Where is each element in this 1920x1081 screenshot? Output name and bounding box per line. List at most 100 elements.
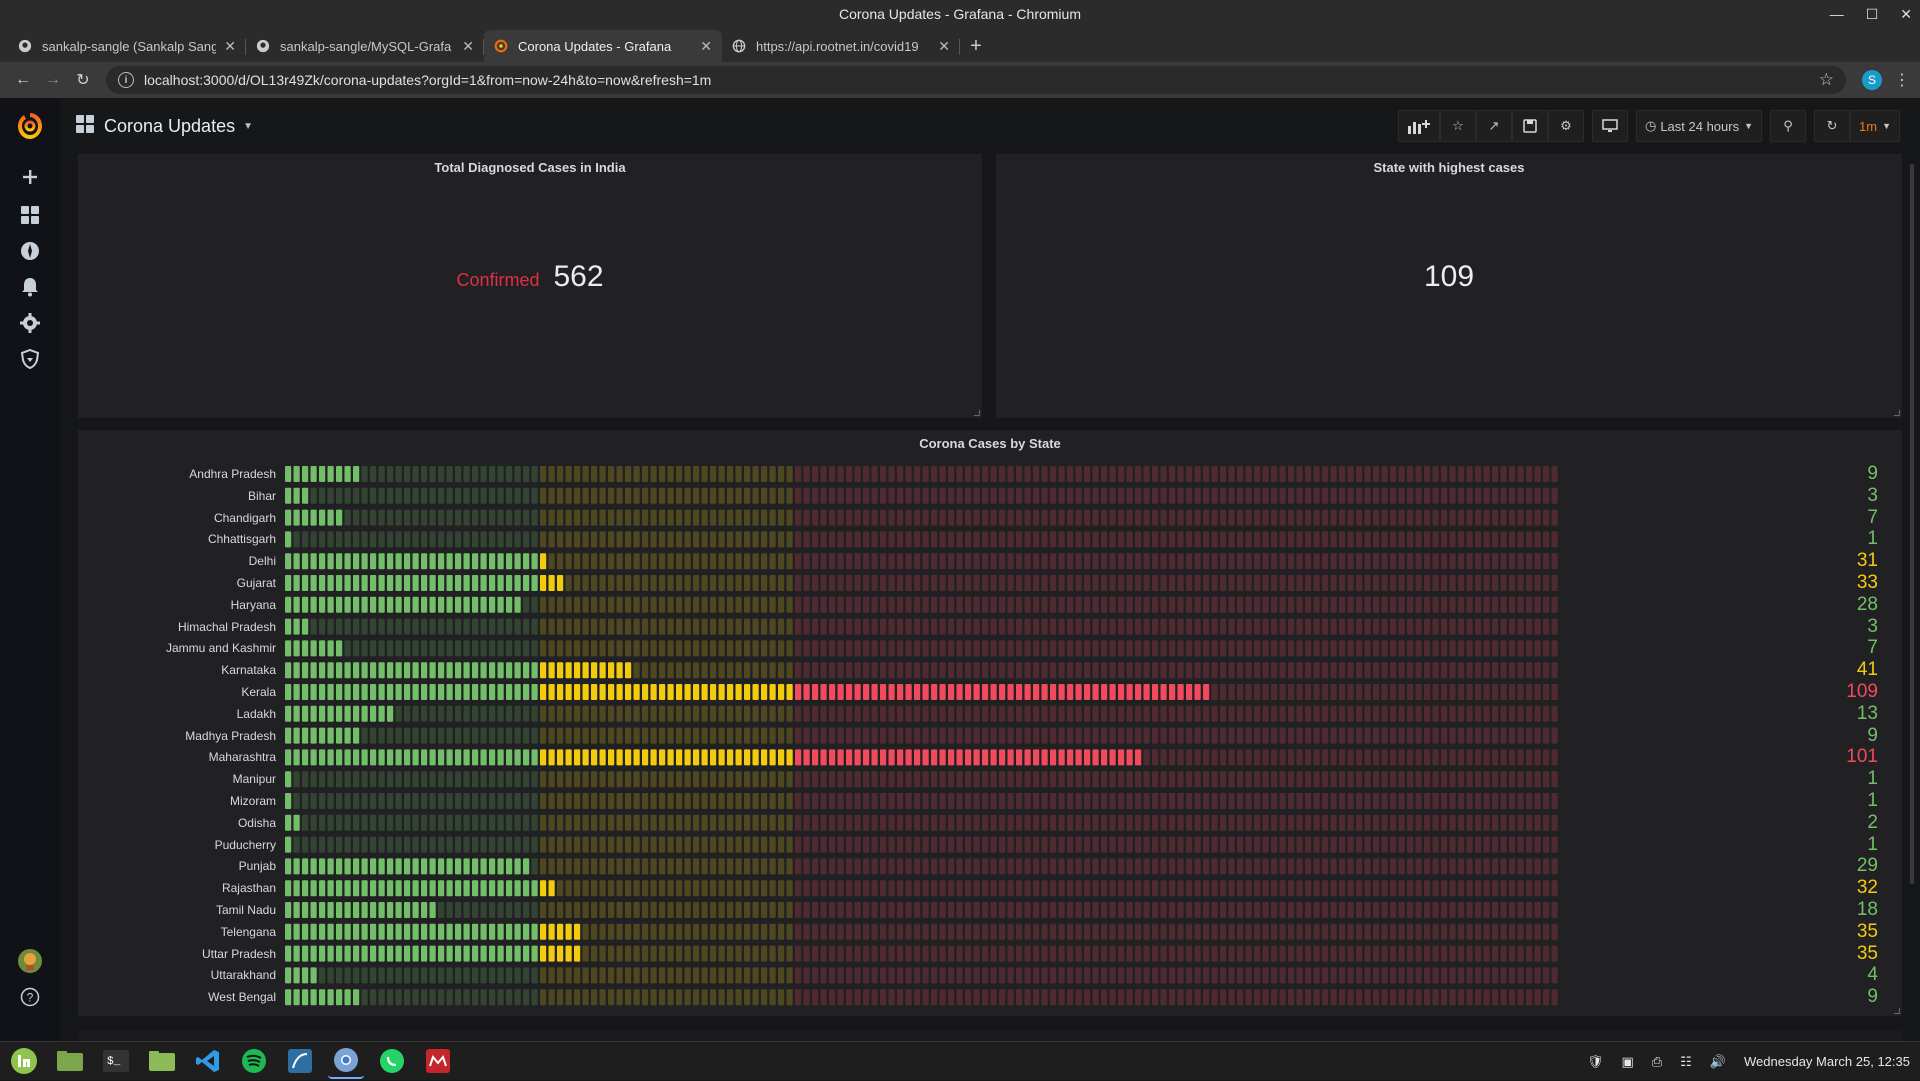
menu-icon[interactable]: ⋮ <box>1894 70 1910 90</box>
gauge-cell-unlit <box>1305 945 1312 962</box>
gauge-cell-unlit <box>1271 705 1278 722</box>
share-dashboard-button[interactable]: ↗ <box>1475 110 1512 142</box>
minimize-icon[interactable]: — <box>1830 0 1844 28</box>
dashboards-icon[interactable] <box>15 200 45 230</box>
gauge-cell-unlit <box>616 640 623 657</box>
gauge-cell-unlit <box>710 662 717 679</box>
create-plus-icon[interactable] <box>15 162 45 192</box>
gauge-cell-lit <box>412 575 419 591</box>
clock-text[interactable]: Wednesday March 25, 12:35 <box>1744 1054 1910 1069</box>
terminal-icon[interactable]: $_ <box>98 1043 134 1079</box>
spotify-icon[interactable] <box>236 1043 272 1079</box>
user-avatar[interactable] <box>15 946 45 976</box>
chromium-icon[interactable] <box>328 1043 364 1079</box>
address-bar[interactable]: i localhost:3000/d/OL13r49Zk/corona-upda… <box>106 66 1846 94</box>
gauge-cell-unlit <box>752 662 759 679</box>
gauge-cell-unlit <box>727 509 734 526</box>
gauge-cell-unlit <box>1228 836 1235 853</box>
new-tab-button[interactable]: + <box>960 30 992 62</box>
refresh-interval-picker[interactable]: 1m ▼ <box>1850 110 1900 142</box>
maximize-icon[interactable]: ☐ <box>1866 0 1879 28</box>
zoom-out-button[interactable]: ⚲ <box>1770 110 1807 142</box>
gauge-cell-lit <box>744 749 751 766</box>
gauge-cell-unlit <box>999 531 1006 548</box>
close-icon[interactable]: ✕ <box>938 38 950 55</box>
configuration-gear-icon[interactable] <box>15 308 45 338</box>
panel-title[interactable]: Total Diagnosed Cases in India <box>78 154 982 182</box>
printer-icon[interactable]: ⎙ <box>1652 1054 1662 1070</box>
gauge-cell-unlit <box>1237 923 1244 940</box>
browser-tab[interactable]: sankalp-sangle (Sankalp Sang ✕ <box>8 30 246 62</box>
site-info-icon[interactable]: i <box>118 72 134 88</box>
browser-tab-active[interactable]: Corona Updates - Grafana ✕ <box>484 30 722 62</box>
panel-total-cases[interactable]: Total Diagnosed Cases in India Confirmed… <box>78 154 982 418</box>
gauge-cell-unlit <box>880 989 887 1006</box>
state-value: 2 <box>1867 811 1878 833</box>
gauge-cell-unlit <box>871 596 878 613</box>
gauge-cell-unlit <box>1033 727 1040 744</box>
help-icon[interactable]: ? <box>15 982 45 1012</box>
dashboard-title-picker[interactable]: Corona Updates ▼ <box>76 114 253 138</box>
panel-highest-state[interactable]: State with highest cases 109 <box>996 154 1902 418</box>
gauge-cell-unlit <box>1313 618 1320 635</box>
cycle-view-mode-button[interactable] <box>1591 110 1628 142</box>
mendeley-icon[interactable] <box>420 1043 456 1079</box>
close-icon[interactable]: ✕ <box>462 38 474 55</box>
panel-title[interactable]: State with highest cases <box>996 154 1902 182</box>
panel-resize-handle[interactable] <box>1894 410 1900 416</box>
back-icon[interactable]: ← <box>10 67 36 93</box>
reload-icon[interactable]: ↻ <box>70 67 96 93</box>
panel-resize-handle[interactable] <box>974 410 980 416</box>
mysql-workbench-icon[interactable] <box>282 1043 318 1079</box>
gauge-cell-lit <box>370 684 377 700</box>
gauge-cell-unlit <box>1211 596 1218 613</box>
gauge-cell-unlit <box>1143 945 1150 962</box>
profile-avatar[interactable]: S <box>1862 70 1882 90</box>
shield-icon[interactable]: 🛡 <box>1587 1054 1604 1070</box>
gauge-cell-unlit <box>871 989 878 1006</box>
browser-tab[interactable]: https://api.rootnet.in/covid19 ✕ <box>722 30 960 62</box>
files-folder-icon[interactable] <box>144 1043 180 1079</box>
gauge-cell-unlit <box>1500 575 1507 591</box>
volume-icon[interactable]: 🔊 <box>1710 1054 1726 1070</box>
close-window-icon[interactable]: ✕ <box>1900 0 1912 28</box>
time-picker-button[interactable]: ◷ Last 24 hours ▼ <box>1635 110 1763 142</box>
panel-cases-by-state[interactable]: Corona Cases by State Andhra Pradesh 9 Bih… <box>78 430 1902 1016</box>
gauge-cell-lit <box>370 596 377 613</box>
browser-tab[interactable]: sankalp-sangle/MySQL-Grafa ✕ <box>246 30 484 62</box>
gauge-cell-lit <box>438 880 445 897</box>
alerting-bell-icon[interactable] <box>15 272 45 302</box>
screenshot-icon[interactable]: ▣ <box>1621 1054 1633 1070</box>
network-icon[interactable]: ☷ <box>1680 1054 1692 1070</box>
gauge-cell-unlit <box>591 814 598 831</box>
gauge-cell-unlit <box>1024 509 1031 526</box>
grafana-logo-icon[interactable] <box>14 110 46 142</box>
gauge-cell-unlit <box>1016 662 1023 679</box>
forward-icon[interactable]: → <box>40 67 66 93</box>
gauge-cell-unlit <box>1024 989 1031 1006</box>
page-scrollbar[interactable] <box>1910 164 1914 884</box>
dashboard-settings-button[interactable]: ⚙ <box>1547 110 1584 142</box>
star-dashboard-button[interactable]: ☆ <box>1439 110 1476 142</box>
whatsapp-icon[interactable] <box>374 1043 410 1079</box>
gauge-cell-unlit <box>880 596 887 613</box>
desktop-folder-icon[interactable] <box>52 1043 88 1079</box>
gauge-cell-lit <box>574 749 581 766</box>
server-admin-shield-icon[interactable] <box>15 344 45 374</box>
refresh-button[interactable]: ↻ <box>1814 110 1851 142</box>
gauge-cell-unlit <box>1279 749 1286 766</box>
close-icon[interactable]: ✕ <box>700 38 712 55</box>
gauge-cell-unlit <box>1449 684 1456 700</box>
bookmark-star-icon[interactable]: ☆ <box>1819 70 1834 90</box>
menu-mint-icon[interactable] <box>6 1043 42 1079</box>
save-dashboard-button[interactable] <box>1511 110 1548 142</box>
gauge-cell-unlit <box>897 771 904 788</box>
gauge-cell-unlit <box>1288 923 1295 940</box>
close-icon[interactable]: ✕ <box>224 38 236 55</box>
gauge-cell-unlit <box>1024 575 1031 591</box>
gauge-cell-unlit <box>1475 814 1482 831</box>
panel-resize-handle[interactable] <box>1894 1008 1900 1014</box>
vscode-icon[interactable] <box>190 1043 226 1079</box>
add-panel-button[interactable] <box>1397 110 1440 142</box>
explore-compass-icon[interactable] <box>15 236 45 266</box>
